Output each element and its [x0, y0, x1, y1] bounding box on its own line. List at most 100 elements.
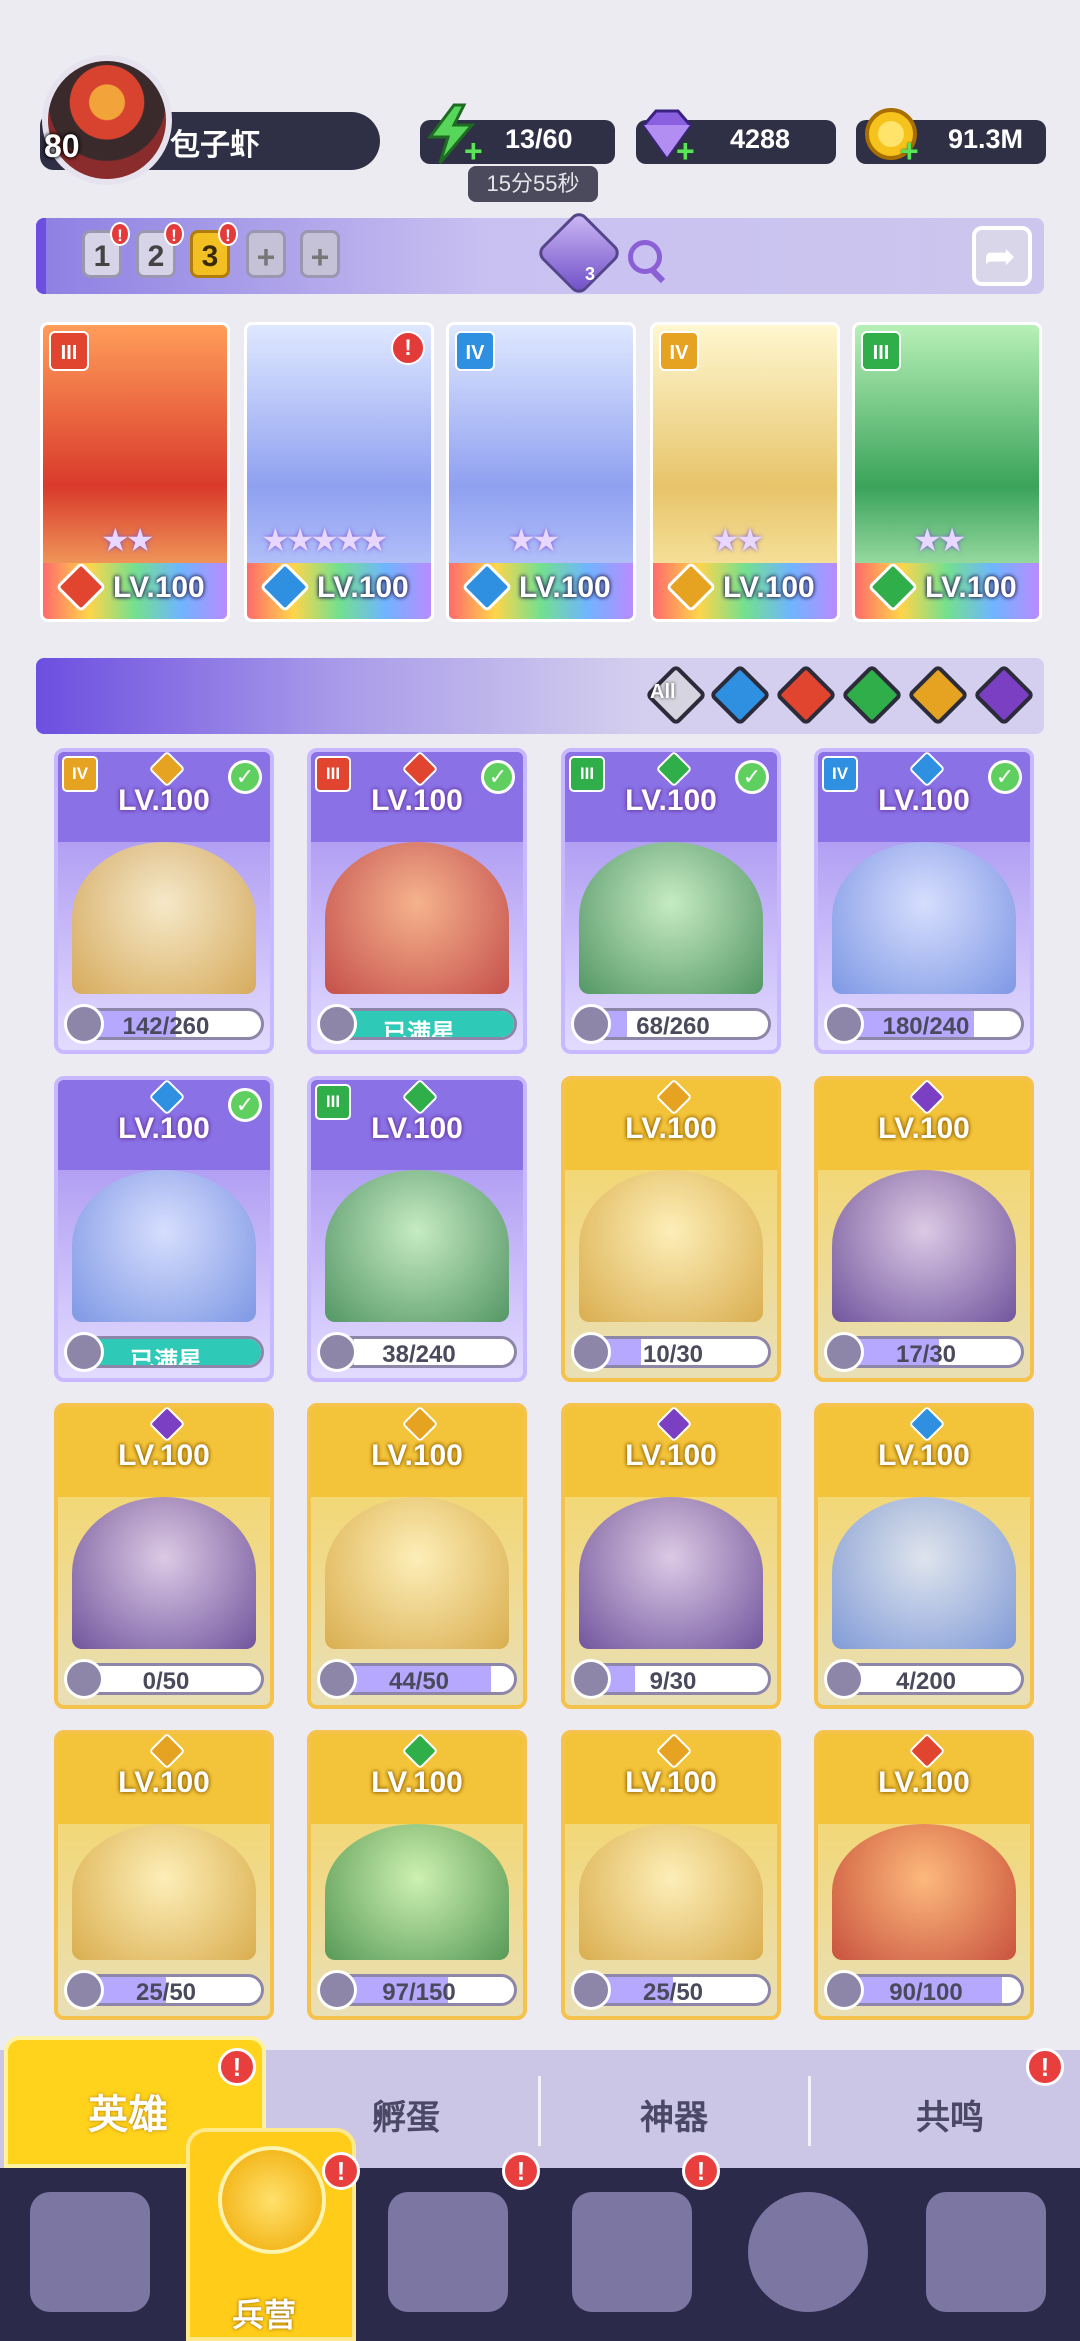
team-slot-add-button[interactable]: + — [246, 230, 286, 278]
shard-icon — [317, 1004, 357, 1044]
hero-level: LV.100 — [878, 784, 970, 817]
shard-icon — [824, 1332, 864, 1372]
hero-card[interactable]: III LV.100 38/240 — [307, 1076, 527, 1382]
tab-heroes-alert: ! — [218, 2048, 256, 2086]
hero-card[interactable]: LV.100 17/30 — [814, 1076, 1034, 1382]
hero-card[interactable]: III ✓ LV.100 68/260 — [561, 748, 781, 1054]
bottom-nav — [0, 2168, 1080, 2341]
shard-icon — [824, 1004, 864, 1044]
barracks-alert: ! — [322, 2152, 360, 2190]
share-icon[interactable] — [972, 226, 1032, 286]
team-hero-card[interactable]: ! ★★★★★ LV.100 — [244, 322, 434, 622]
cards-nav-icon[interactable] — [30, 2192, 150, 2312]
tab-hatch-label[interactable]: 孵蛋 — [372, 2090, 440, 2139]
hero-portrait — [579, 1170, 763, 1322]
team-hero-card[interactable]: III ★★ LV.100 — [40, 322, 230, 622]
map-alert: ! — [502, 2152, 540, 2190]
team-slot-alert: ! — [164, 222, 184, 246]
hero-card[interactable]: LV.100 25/50 — [54, 1730, 274, 2020]
hero-level: LV.100 — [371, 1439, 463, 1472]
shard-icon — [64, 1970, 104, 2010]
hero-level: LV.100 — [625, 1439, 717, 1472]
hero-alert: ! — [391, 331, 425, 365]
hero-portrait — [579, 1824, 763, 1960]
hero-portrait — [832, 1824, 1016, 1960]
shard-icon — [64, 1004, 104, 1044]
gold-add-icon[interactable]: + — [900, 135, 922, 167]
shard-icon — [571, 1970, 611, 2010]
hero-card[interactable]: LV.100 10/30 — [561, 1076, 781, 1382]
hero-level: LV.100 — [113, 571, 205, 604]
team-slot-alert: ! — [218, 222, 238, 246]
hero-portrait — [832, 1497, 1016, 1649]
shard-icon — [571, 1659, 611, 1699]
tab-resonance-label[interactable]: 共鸣 — [916, 2090, 984, 2139]
hero-card[interactable]: LV.100 9/30 — [561, 1403, 781, 1709]
map-nav-icon[interactable] — [388, 2192, 508, 2312]
guild-nav-icon[interactable] — [748, 2192, 868, 2312]
banner-nav-icon[interactable] — [926, 2192, 1046, 2312]
castle-nav-icon[interactable] — [572, 2192, 692, 2312]
hero-stars: ★★ — [101, 522, 154, 558]
player-level: 80 — [44, 128, 80, 164]
gems-value: 4288 — [730, 124, 791, 154]
gems-add-icon[interactable]: + — [676, 135, 698, 167]
energy-add-icon[interactable]: + — [464, 135, 486, 167]
hero-card[interactable]: III ✓ LV.100 已满星 — [307, 748, 527, 1054]
hero-portrait — [325, 1170, 509, 1322]
filter-all-label: All — [650, 681, 676, 703]
hero-card[interactable]: LV.100 25/50 — [561, 1730, 781, 2020]
hero-level: LV.100 — [625, 1766, 717, 1799]
hero-portrait — [72, 842, 256, 994]
hero-portrait — [832, 1170, 1016, 1322]
barracks-icon — [218, 2146, 326, 2254]
hero-card[interactable]: LV.100 97/150 — [307, 1730, 527, 2020]
hero-rank-badge: III — [861, 331, 901, 371]
hero-card[interactable]: LV.100 4/200 — [814, 1403, 1034, 1709]
hero-portrait — [72, 1824, 256, 1960]
tab-artifact-label[interactable]: 神器 — [640, 2090, 708, 2139]
hero-card[interactable]: IV ✓ LV.100 180/240 — [814, 748, 1034, 1054]
barracks-nav-label: 兵营 — [232, 2297, 297, 2333]
hero-card[interactable]: LV.100 0/50 — [54, 1403, 274, 1709]
player-avatar[interactable] — [42, 55, 172, 185]
hero-portrait — [325, 842, 509, 994]
shard-icon — [571, 1332, 611, 1372]
hero-stars: ★★ — [711, 522, 764, 558]
shard-icon — [317, 1970, 357, 2010]
hero-stars: ★★ — [507, 522, 560, 558]
shard-icon — [317, 1332, 357, 1372]
hero-level: LV.100 — [878, 1112, 970, 1145]
shard-icon — [317, 1659, 357, 1699]
hero-portrait — [325, 1824, 509, 1960]
shard-icon — [824, 1659, 864, 1699]
hero-portrait — [579, 1497, 763, 1649]
gold-value: 91.3M — [948, 124, 1024, 154]
tab-divider — [808, 2076, 811, 2146]
hero-level: LV.100 — [371, 1112, 463, 1145]
team-slot-add-button[interactable]: + — [300, 230, 340, 278]
energy-timer: 15分55秒 — [468, 166, 598, 202]
team-hero-card[interactable]: IV ★★ LV.100 — [446, 322, 636, 622]
hero-card[interactable]: LV.100 44/50 — [307, 1403, 527, 1709]
shard-icon — [64, 1332, 104, 1372]
hero-level: LV.100 — [878, 1439, 970, 1472]
hero-stars: ★★★★★ — [261, 522, 388, 558]
hero-card[interactable]: IV ✓ LV.100 142/260 — [54, 748, 274, 1054]
hero-level: LV.100 — [519, 571, 611, 604]
team-hero-card[interactable]: III ★★ LV.100 — [852, 322, 1042, 622]
tab-heroes-label: 英雄 — [88, 2093, 168, 2137]
hero-card[interactable]: ✓ LV.100 已满星 — [54, 1076, 274, 1382]
hero-rank-badge: IV — [455, 331, 495, 371]
team-hero-card[interactable]: IV ★★ LV.100 — [650, 322, 840, 622]
hero-stars: ★★ — [913, 522, 966, 558]
hero-level: LV.100 — [118, 784, 210, 817]
hero-level: LV.100 — [118, 1766, 210, 1799]
team-diamond-count: 3 — [585, 264, 596, 284]
hero-card[interactable]: LV.100 90/100 — [814, 1730, 1034, 2020]
shard-icon — [571, 1004, 611, 1044]
search-icon[interactable] — [628, 240, 662, 274]
hero-level: LV.100 — [371, 784, 463, 817]
shard-icon — [824, 1970, 864, 2010]
hero-level: LV.100 — [371, 1766, 463, 1799]
